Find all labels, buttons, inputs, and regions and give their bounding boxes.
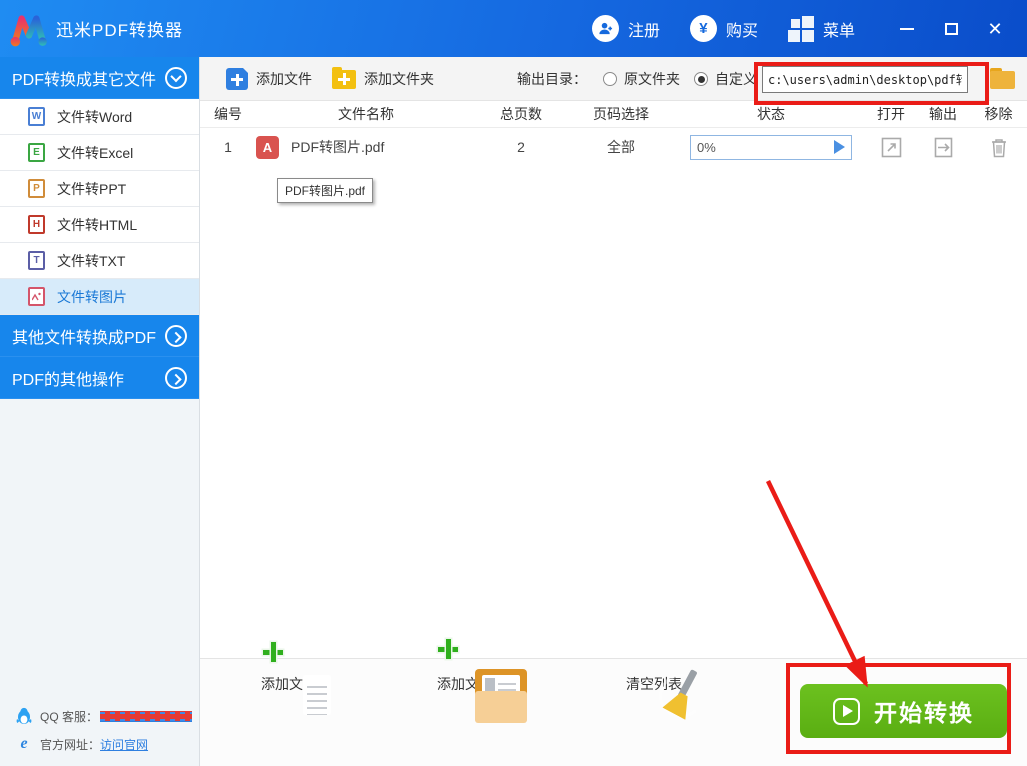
yuan-icon: ¥ (689, 15, 717, 42)
add-folder-icon (332, 66, 356, 89)
sidebar-item-label: 文件转HTML (57, 216, 138, 233)
menu-label: 菜单 (822, 22, 855, 40)
row-number: 1 (224, 139, 232, 155)
sidebar: PDF转换成其它文件 W 文件转Word E 文件转Excel P 文件转PPT… (0, 57, 200, 766)
menu-button[interactable]: 菜单 (787, 15, 855, 42)
buy-label: 购买 (725, 22, 758, 40)
chevron-right-icon (165, 366, 187, 389)
html-doc-icon: H (28, 215, 45, 234)
image-doc-icon (28, 287, 45, 306)
sidebar-section-other-to-pdf[interactable]: 其他文件转换成PDF (0, 315, 199, 357)
col-header-remove: 移除 (984, 106, 1013, 122)
word-doc-icon: W (28, 107, 45, 126)
sidebar-footer: QQ 客服： e 官方网址： 访问官网 (0, 702, 200, 758)
play-icon (833, 697, 860, 725)
sidebar-item-label: 文件转Excel (57, 144, 134, 161)
open-file-button[interactable] (866, 137, 916, 158)
col-header-filename: 文件名称 (338, 106, 394, 122)
add-file-button[interactable]: 添加文件 (226, 57, 312, 101)
txt-doc-icon: T (28, 251, 45, 270)
trash-icon (991, 138, 1006, 157)
app-title: 迅米PDF转换器 (56, 21, 183, 40)
sidebar-item-label: 文件转Word (57, 108, 133, 125)
sidebar-item-label: 文件转图片 (57, 288, 127, 305)
output-path-input[interactable] (762, 66, 968, 93)
sidebar-item-txt[interactable]: T 文件转TXT (0, 243, 199, 279)
bottom-add-file-button[interactable]: 添加文件 (241, 642, 337, 715)
section-label: PDF转换成其它文件 (12, 71, 157, 89)
ppt-doc-icon: P (28, 179, 45, 198)
chevron-down-icon (165, 66, 187, 89)
radio-unchecked-icon (603, 72, 617, 86)
add-folder-button[interactable]: 添加文件夹 (332, 57, 434, 101)
progress-bar: 0% (690, 134, 852, 160)
sidebar-item-excel[interactable]: E 文件转Excel (0, 135, 199, 171)
sidebar-item-word[interactable]: W 文件转Word (0, 99, 199, 135)
visit-site-link[interactable]: 访问官网 (100, 736, 148, 753)
col-header-open: 打开 (877, 106, 905, 122)
output-folder-button[interactable] (916, 137, 970, 158)
remove-file-button[interactable] (970, 137, 1027, 158)
register-button[interactable]: 注册 (591, 15, 660, 42)
file-name: PDF转图片.pdf (291, 139, 385, 155)
export-icon (934, 137, 952, 157)
filename-tooltip: PDF转图片.pdf (277, 178, 374, 203)
title-bar: 迅米PDF转换器 注册 ¥ 购买 菜单 ✕ (0, 0, 1027, 57)
register-label: 注册 (627, 22, 660, 40)
toolbar: 添加文件 添加文件夹 输出目录： 原文件夹 自定义 (200, 57, 1027, 101)
browse-folder-icon[interactable] (990, 68, 1016, 90)
buy-button[interactable]: ¥ 购买 (689, 15, 758, 42)
radio-custom[interactable]: 自定义 (694, 57, 757, 101)
qq-icon (14, 707, 34, 725)
sidebar-item-label: 文件转TXT (57, 252, 126, 269)
bottom-add-folder-button[interactable]: 添加文件夹 (424, 639, 527, 723)
sidebar-section-pdf-other-ops[interactable]: PDF的其他操作 (0, 357, 199, 399)
clear-list-button[interactable]: 清空列表 (606, 667, 703, 694)
pdf-file-icon: A (256, 135, 279, 159)
sidebar-section-pdf-to-other[interactable]: PDF转换成其它文件 (0, 57, 199, 99)
table-header: 编号 文件名称 总页数 页码选择 状态 打开 输出 移除 (200, 101, 1027, 128)
page-range[interactable]: 全部 (566, 137, 676, 157)
col-header-no: 编号 (214, 106, 242, 122)
radio-source-label: 原文件夹 (624, 71, 680, 87)
output-dir-label: 输出目录： (517, 71, 587, 87)
section-label: 其他文件转换成PDF (12, 329, 157, 347)
add-file-label: 添加文件 (256, 71, 312, 87)
register-user-icon (591, 15, 619, 42)
sidebar-item-label: 文件转PPT (57, 180, 127, 197)
sidebar-item-html[interactable]: H 文件转HTML (0, 207, 199, 243)
col-header-status: 状态 (757, 106, 785, 122)
menu-grid-icon (787, 15, 814, 42)
excel-doc-icon: E (28, 143, 45, 162)
col-header-output: 输出 (929, 106, 957, 122)
col-header-range: 页码选择 (593, 106, 649, 122)
radio-custom-label: 自定义 (715, 71, 757, 87)
add-file-icon (226, 67, 249, 90)
app-logo-icon (10, 14, 47, 46)
row-play-icon[interactable] (834, 140, 845, 154)
start-convert-button[interactable]: 开始转换 (800, 684, 1007, 738)
col-header-pages: 总页数 (500, 106, 542, 122)
chevron-right-icon (165, 324, 187, 347)
radio-checked-icon (694, 72, 708, 86)
maximize-button[interactable] (929, 9, 973, 49)
ie-browser-icon: e (20, 735, 28, 752)
progress-value: 0% (697, 139, 716, 155)
minimize-button[interactable] (885, 9, 929, 49)
section-label: PDF的其他操作 (12, 371, 125, 389)
qq-number-redaction-bar (100, 710, 193, 722)
radio-source-folder[interactable]: 原文件夹 (603, 57, 680, 101)
sidebar-item-image[interactable]: 文件转图片 (0, 279, 199, 315)
add-folder-label: 添加文件夹 (364, 71, 434, 87)
qq-service-label: QQ 客服： (40, 709, 99, 724)
sidebar-item-ppt[interactable]: P 文件转PPT (0, 171, 199, 207)
start-convert-label: 开始转换 (874, 700, 974, 726)
page-count: 2 (517, 139, 525, 155)
official-site-label: 官方网址： (40, 737, 101, 752)
table-row[interactable]: 1 A PDF转图片.pdf 2 全部 0% (200, 128, 1027, 166)
app-window: 迅米PDF转换器 注册 ¥ 购买 菜单 ✕ PDF转换成其它文件 W 文件转Wo… (0, 0, 1027, 766)
close-button[interactable]: ✕ (973, 9, 1017, 49)
external-link-icon (881, 137, 901, 157)
